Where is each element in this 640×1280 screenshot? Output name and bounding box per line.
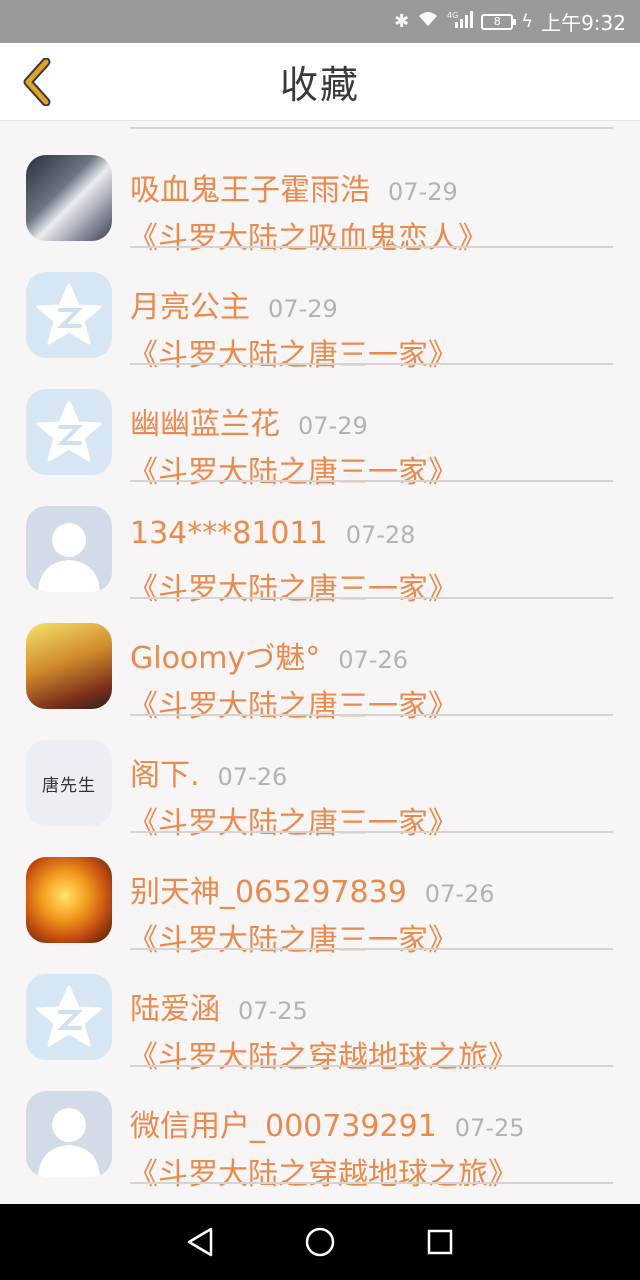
user-name: 月亮公主 xyxy=(130,290,250,325)
user-name: 陆爱涵 xyxy=(130,992,220,1027)
list-item[interactable]: 134***81011 07-28 《斗罗大陆之唐三一家》 xyxy=(0,482,640,607)
qzone-star-icon xyxy=(36,400,102,462)
avatar[interactable] xyxy=(26,155,112,241)
avatar[interactable] xyxy=(26,857,112,943)
name-line: 陆爱涵 07-25 xyxy=(130,984,308,1028)
date: 07-25 xyxy=(238,997,308,1025)
user-name: Gloomyづ魅° xyxy=(130,641,321,676)
list-item[interactable]: 微信用户_000739291 07-25 《斗罗大陆之穿越地球之旅》 xyxy=(0,1067,640,1192)
default-person-icon xyxy=(38,523,100,592)
avatar-image xyxy=(26,857,112,943)
list-item[interactable]: 吸血鬼王子霍雨浩 07-29 《斗罗大陆之吸血鬼恋人》 xyxy=(0,131,640,256)
favorites-list: 吸血鬼王子霍雨浩 07-29 《斗罗大陆之吸血鬼恋人》 月亮公主 07-29 《斗罗大陆之… xyxy=(0,121,640,1204)
book-title[interactable]: 《斗罗大陆之穿越地球之旅》 xyxy=(128,1149,518,1193)
name-line: 别天神_065297839 07-26 xyxy=(130,867,495,911)
date: 07-29 xyxy=(298,412,368,440)
svg-text:4G: 4G xyxy=(447,11,458,20)
header: 收藏 xyxy=(0,43,640,121)
name-line: 幽幽蓝兰花 07-29 xyxy=(130,399,368,443)
square-recents-icon xyxy=(427,1229,453,1255)
name-line: 134***81011 07-28 xyxy=(130,516,415,551)
avatar[interactable]: 唐先生 xyxy=(26,740,112,826)
name-line: Gloomyづ魅° 07-26 xyxy=(130,633,408,677)
user-name: 微信用户_000739291 xyxy=(130,1109,437,1144)
avatar[interactable] xyxy=(26,272,112,358)
charging-icon: ϟ xyxy=(521,11,534,32)
user-name: 别天神_065297839 xyxy=(130,875,407,910)
avatar[interactable] xyxy=(26,974,112,1060)
avatar[interactable] xyxy=(26,506,112,592)
list-item[interactable]: Gloomyづ魅° 07-26 《斗罗大陆之唐三一家》 xyxy=(0,599,640,724)
qzone-star-icon xyxy=(36,985,102,1047)
date: 07-26 xyxy=(217,763,288,791)
nav-back-button[interactable] xyxy=(180,1222,220,1262)
date: 07-26 xyxy=(338,646,409,674)
battery-icon: 8 xyxy=(481,13,517,30)
page-title: 收藏 xyxy=(279,63,360,107)
avatar-image xyxy=(26,623,112,709)
list-item[interactable]: 幽幽蓝兰花 07-29 《斗罗大陆之唐三一家》 xyxy=(0,365,640,490)
list-item[interactable]: 唐先生 阁下. 07-26 《斗罗大陆之唐三一家》 xyxy=(0,716,640,841)
name-line: 阁下. 07-26 xyxy=(130,750,287,794)
status-time: 上午9:32 xyxy=(541,11,626,35)
user-name: 134***81011 xyxy=(130,516,328,551)
bluetooth-icon: ✱ xyxy=(394,11,410,32)
divider xyxy=(130,1182,613,1184)
avatar[interactable] xyxy=(26,1091,112,1177)
list-item[interactable]: 陆爱涵 07-25 《斗罗大陆之穿越地球之旅》 xyxy=(0,950,640,1075)
date: 07-25 xyxy=(454,1114,525,1142)
wifi-icon xyxy=(417,11,439,32)
user-name: 阁下. xyxy=(130,758,200,793)
avatar-text: 唐先生 xyxy=(42,775,96,796)
chevron-left-icon xyxy=(23,58,51,106)
signal-icon: 4G xyxy=(447,10,474,33)
user-name: 吸血鬼王子霍雨浩 xyxy=(130,173,370,208)
user-name: 幽幽蓝兰花 xyxy=(130,407,280,442)
navigation-bar xyxy=(0,1204,640,1280)
date: 07-29 xyxy=(388,178,458,206)
list-item[interactable]: 别天神_065297839 07-26 《斗罗大陆之唐三一家》 xyxy=(0,833,640,958)
triangle-back-icon xyxy=(187,1227,213,1257)
avatar[interactable] xyxy=(26,389,112,475)
back-button[interactable] xyxy=(12,57,62,107)
circle-home-icon xyxy=(305,1227,335,1257)
date: 07-28 xyxy=(345,521,416,549)
date: 07-29 xyxy=(268,295,338,323)
date: 07-26 xyxy=(424,880,495,908)
avatar-image xyxy=(26,155,112,241)
name-line: 微信用户_000739291 07-25 xyxy=(130,1101,525,1145)
status-bar: ✱ 4G 8 ϟ 上午9:32 xyxy=(0,0,640,43)
divider xyxy=(130,127,613,129)
name-line: 吸血鬼王子霍雨浩 07-29 xyxy=(130,165,458,209)
avatar[interactable] xyxy=(26,623,112,709)
nav-home-button[interactable] xyxy=(300,1222,340,1262)
list-item[interactable]: 月亮公主 07-29 《斗罗大陆之唐三一家》 xyxy=(0,248,640,373)
default-person-icon xyxy=(38,1108,100,1177)
nav-recents-button[interactable] xyxy=(420,1222,460,1262)
qzone-star-icon xyxy=(36,283,102,345)
name-line: 月亮公主 07-29 xyxy=(130,282,338,326)
